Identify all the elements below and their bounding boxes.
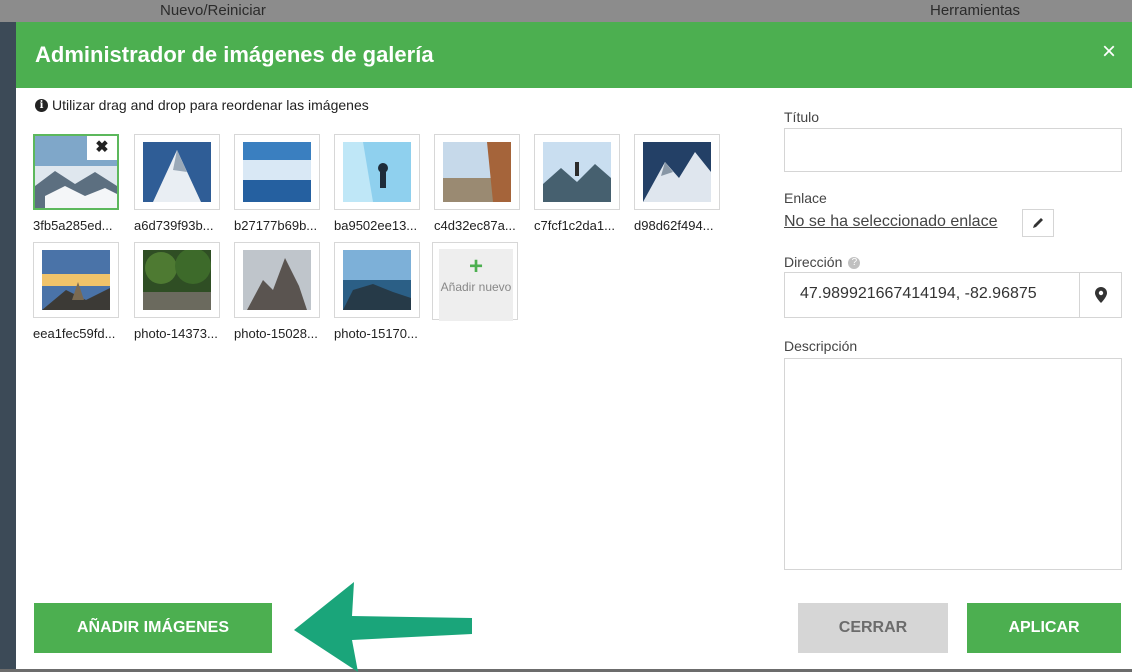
thumbnail-label: photo-15170... — [334, 326, 418, 341]
thumbnail-image — [243, 142, 311, 202]
link-label: Enlace — [784, 190, 827, 206]
drag-hint-text: Utilizar drag and drop para reordenar la… — [52, 97, 369, 113]
gallery-thumbnail[interactable] — [534, 134, 620, 210]
link-value[interactable]: No se ha seleccionado enlace — [784, 213, 997, 231]
thumbnail-label: photo-14373... — [134, 326, 218, 341]
address-label-row: Dirección? — [784, 254, 861, 270]
apply-button[interactable]: APLICAR — [967, 603, 1121, 653]
gallery-thumbnail[interactable] — [634, 134, 720, 210]
thumbnail-label: 3fb5a285ed... — [33, 218, 113, 233]
thumbnail-label: photo-15028... — [234, 326, 318, 341]
gallery-thumbnail[interactable] — [33, 242, 119, 318]
drag-hint: i Utilizar drag and drop para reordenar … — [35, 97, 369, 113]
background-new-reset-button: Nuevo/Reiniciar — [160, 2, 266, 19]
thumbnail-image — [143, 250, 211, 310]
gallery-thumbnail[interactable] — [434, 134, 520, 210]
add-new-label: Añadir nuevo — [440, 280, 512, 294]
add-new-image-tile[interactable]: + Añadir nuevo — [432, 242, 518, 321]
info-icon: i — [35, 98, 48, 112]
address-label: Dirección — [784, 254, 843, 270]
edit-link-button[interactable] — [1022, 209, 1054, 237]
description-label: Descripción — [784, 338, 858, 354]
gallery-thumbnail[interactable] — [334, 242, 420, 318]
annotation-arrow — [294, 582, 472, 672]
modal-title: Administrador de imágenes de galería — [35, 42, 434, 67]
thumbnail-label: b27177b69b... — [234, 218, 318, 233]
thumbnail-image — [543, 142, 611, 202]
thumbnail-label: d98d62f494... — [634, 218, 714, 233]
gallery-thumbnail[interactable] — [234, 242, 320, 318]
modal-header: Administrador de imágenes de galería × — [16, 22, 1132, 88]
thumbnail-image — [243, 250, 311, 310]
thumbnail-label: ba9502ee13... — [334, 218, 418, 233]
gallery-thumbnail[interactable] — [334, 134, 420, 210]
gallery-thumbnail[interactable]: ✖ — [33, 134, 119, 210]
thumbnail-image — [643, 142, 711, 202]
gallery-thumbnail[interactable] — [134, 242, 220, 318]
thumbnail-image — [143, 142, 211, 202]
background-page — [0, 22, 16, 669]
background-tools-menu: Herramientas — [930, 2, 1021, 19]
close-button[interactable]: CERRAR — [798, 603, 948, 653]
thumbnail-label: c4d32ec87a... — [434, 218, 516, 233]
gallery-manager-modal: Administrador de imágenes de galería × i… — [16, 22, 1132, 672]
pencil-icon — [1033, 218, 1043, 228]
address-value: 47.989921667414194, -82.96875 — [800, 285, 1037, 302]
thumbnail-label: a6d739f93b... — [134, 218, 214, 233]
gallery-thumbnail[interactable] — [234, 134, 320, 210]
help-icon: ? — [848, 257, 861, 270]
gallery-thumbnail[interactable] — [134, 134, 220, 210]
title-label: Título — [784, 109, 820, 125]
thumbnail-image — [443, 142, 511, 202]
add-images-button[interactable]: AÑADIR IMÁGENES — [34, 603, 272, 653]
description-textarea[interactable] — [784, 358, 1122, 570]
thumbnail-image — [42, 250, 110, 310]
thumbnail-image — [343, 250, 411, 310]
plus-icon: + — [468, 253, 483, 280]
remove-image-icon[interactable]: ✖ — [87, 136, 117, 160]
thumbnail-label: eea1fec59fd... — [33, 326, 116, 341]
address-input[interactable]: 47.989921667414194, -82.96875 — [784, 272, 1080, 318]
close-icon[interactable]: × — [1102, 38, 1116, 66]
map-pin-icon — [1094, 287, 1107, 303]
thumbnail-label: c7fcf1c2da1... — [534, 218, 615, 233]
map-pin-button[interactable] — [1080, 272, 1122, 318]
title-input[interactable] — [784, 128, 1122, 172]
thumbnail-image — [343, 142, 411, 202]
